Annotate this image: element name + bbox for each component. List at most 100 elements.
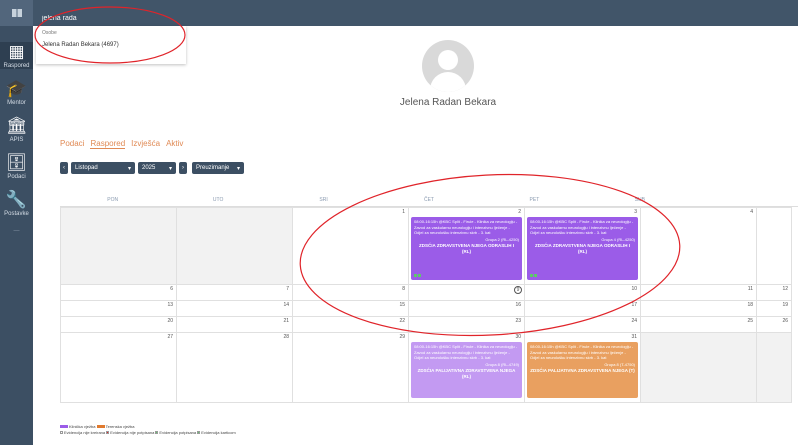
calendar-day[interactable]: 22 [292,316,409,333]
calendar-day[interactable]: 24 [524,316,641,333]
calendar-day[interactable]: 31 08:00-16:15h @KBC Split - Firule - Kl… [524,332,641,403]
search-input[interactable] [42,12,142,24]
tab-izvjesca[interactable]: Izvješća [131,139,160,149]
tab-podaci[interactable]: Podaci [60,139,84,149]
top-bar [33,0,798,26]
calendar-day-empty [640,332,757,403]
calendar-day[interactable]: 4 [640,207,757,285]
month-select[interactable]: Listopad ▾ [71,162,135,174]
calendar-event[interactable]: 08:00-16:15h @KBC Split - Firule - Klini… [527,342,638,398]
results-header: Osobe [42,30,57,36]
calendar-day-today[interactable]: 9 [408,284,525,301]
calendar-event[interactable]: 08:00-16:15h @KBC Split - Firule - Klini… [411,217,522,280]
chevron-left-icon: ‹ [63,165,65,171]
calendar-day[interactable]: 1 [292,207,409,285]
search-result-item[interactable]: Jelena Radan Bekara (4697) [42,42,180,48]
status-dot [418,274,421,277]
calendar-day[interactable] [756,207,792,285]
day-header [693,193,798,206]
legend-swatch [197,431,201,435]
calendar-day[interactable]: 28 [176,332,293,403]
wrench-icon: 🔧 [5,190,28,209]
day-number: 27 [167,334,173,340]
profile-name: Jelena Radan Bekara [399,97,497,108]
calendar-day[interactable]: 10 [524,284,641,301]
day-number: 7 [286,286,289,292]
database-icon: 🗄 [5,153,28,172]
day-number: 22 [399,318,405,324]
day-number: 3 [634,209,637,215]
calendar-day[interactable]: 6 [60,284,177,301]
event-title: ZDSĆIA ZDRAVSTVENA NJEGA ODRASLIH I (RL) [419,243,514,254]
calendar-day[interactable]: 20 [60,316,177,333]
calendar-week: 6 7 8 9 10 11 12 [60,284,798,301]
tabs: Podaci Raspored Izvješća Aktiv [60,139,183,149]
calendar-day[interactable]: 25 [640,316,757,333]
chevron-down-icon: ▾ [127,165,131,172]
day-number: 8 [402,286,405,292]
download-select[interactable]: Preuzimanje ▾ [192,162,244,174]
calendar-day[interactable]: 3 08:00-16:15h @KBC Split - Firule - Kli… [524,207,641,285]
calendar-event[interactable]: 08:00-16:15h @KBC Split - Firule - Klini… [411,342,522,398]
sidebar-item-podaci[interactable]: 🗄 Podaci [0,153,33,180]
calendar-day[interactable]: 14 [176,300,293,317]
sidebar-item-raspored[interactable]: ▦ Raspored [0,42,33,69]
prev-month-button[interactable]: ‹ [60,162,68,174]
tab-aktiv[interactable]: Aktiv [166,139,183,149]
search-results-dropdown: Osobe Jelena Radan Bekara (4697) [36,26,186,64]
calendar-day[interactable]: 15 [292,300,409,317]
day-number: 31 [631,334,637,340]
day-number: 18 [747,302,753,308]
sidebar-item-label: Raspored [3,63,30,69]
day-number: 17 [631,302,637,308]
day-number: 6 [170,286,173,292]
calendar-day[interactable]: 11 [640,284,757,301]
calendar-day[interactable]: 26 [756,316,792,333]
legend-label: Evidencija karticom [201,430,236,435]
calendar-day[interactable]: 2 08:00-16:15h @KBC Split - Firule - Kli… [408,207,525,285]
day-number: 2 [518,209,521,215]
sidebar-item-mentor[interactable]: 🎓 Mentor [0,79,33,106]
legend-row: Evidencija nije kreirana Evidencija nije… [60,430,236,436]
event-title: ZDSĆIA PALIJATIVNA ZDRAVSTVENA NJEGA (RL… [417,368,516,379]
tab-raspored[interactable]: Raspored [90,139,126,149]
calendar-week: 27 28 29 30 08:00-16:15h @KBC Split - Fi… [60,332,798,403]
calendar-event[interactable]: 08:00-16:15h @KBC Split - Firule - Klini… [527,217,638,280]
day-number: 26 [782,318,788,324]
calendar-day[interactable]: 29 [292,332,409,403]
calendar-day[interactable]: 19 [756,300,792,317]
sidebar-item-apis[interactable]: 🏛 APIS [0,116,33,143]
menu-toggle[interactable] [0,0,33,26]
calendar: PON UTO SRI ČET PET SUB 1 2 08:00-16:15h… [60,193,798,403]
legend-label: Terenska vježba [105,424,135,429]
calendar-day[interactable]: 13 [60,300,177,317]
event-group: Grupa 4 (RL-4250) [601,236,635,242]
calendar-day[interactable]: 18 [640,300,757,317]
calendar-day[interactable]: 23 [408,316,525,333]
event-text: 08:00-16:15h @KBC Split - Firule - Klini… [530,344,634,360]
sidebar-item-extra[interactable]: — [0,227,33,234]
calendar-day[interactable]: 16 [408,300,525,317]
calendar-day[interactable]: 21 [176,316,293,333]
event-text: 08:00-16:15h @KBC Split - Firule - Klini… [414,344,518,360]
day-header: PON [107,197,119,203]
day-number: 15 [399,302,405,308]
calendar-week: 1 2 08:00-16:15h @KBC Split - Firule - K… [60,207,798,285]
avatar-head [438,50,458,70]
calendar-day[interactable]: 8 [292,284,409,301]
sidebar-item-postavke[interactable]: 🔧 Postavke [0,190,33,217]
calendar-day[interactable]: 12 [756,284,792,301]
year-select[interactable]: 2025 ▾ [138,162,176,174]
calendar-icon: ▦ [8,42,25,61]
calendar-day[interactable]: 30 08:00-16:15h @KBC Split - Firule - Kl… [408,332,525,403]
calendar-day[interactable]: 17 [524,300,641,317]
calendar-day[interactable]: 7 [176,284,293,301]
calendar-week: 13 14 15 16 17 18 19 [60,300,798,317]
calendar-day[interactable]: 27 [60,332,177,403]
calendar-day-header: PON UTO SRI ČET PET SUB [60,193,798,207]
day-number: 28 [283,334,289,340]
status-indicators [414,274,421,277]
day-number: 13 [167,302,173,308]
calendar-day-empty [756,332,792,403]
next-month-button[interactable]: › [179,162,187,174]
